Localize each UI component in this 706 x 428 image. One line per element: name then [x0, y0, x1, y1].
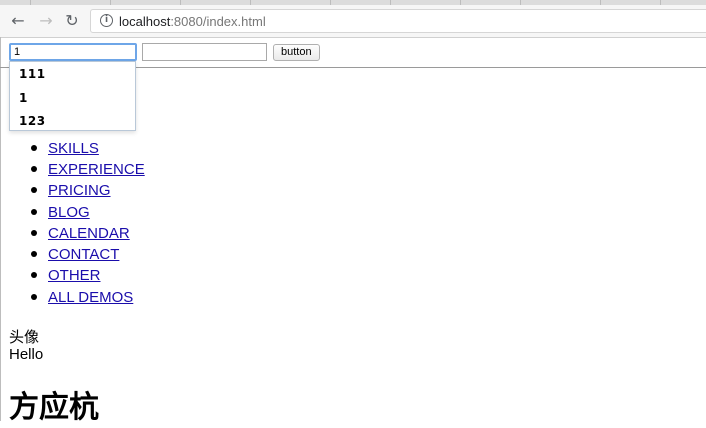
bullet-icon: [31, 209, 37, 215]
url-host: localhost: [119, 14, 171, 29]
bullet-icon: [31, 251, 37, 257]
bullet-icon: [31, 145, 37, 151]
bullet-icon: [31, 230, 37, 236]
reload-icon: ↻: [65, 11, 79, 30]
info-icon[interactable]: i: [100, 14, 113, 27]
nav-link-experience[interactable]: EXPERIENCE: [48, 159, 145, 180]
nav-link-pricing[interactable]: PRICING: [48, 180, 111, 201]
text-input-2[interactable]: [142, 43, 267, 61]
bullet-icon: [31, 272, 37, 278]
window-edge: [0, 37, 1, 421]
text-input-1[interactable]: [9, 43, 137, 61]
avatar-label: 头像: [9, 328, 40, 346]
arrow-left-icon: ←: [11, 11, 25, 30]
autocomplete-option[interactable]: 111: [19, 67, 46, 81]
nav-link-other[interactable]: OTHER: [48, 265, 101, 286]
bullet-icon: [31, 187, 37, 193]
url-text: localhost:8080/index.html: [119, 14, 266, 29]
bullet-icon: [31, 166, 37, 172]
submit-button[interactable]: button: [273, 44, 320, 61]
arrow-right-icon: →: [39, 11, 53, 30]
address-bar[interactable]: i localhost:8080/index.html: [90, 9, 706, 33]
nav-link-skills[interactable]: SKILLS: [48, 138, 99, 159]
nav-link-all-demos[interactable]: ALL DEMOS: [48, 287, 133, 308]
url-path: :8080/index.html: [170, 14, 266, 29]
bullet-icon: [31, 294, 37, 300]
forward-button[interactable]: →: [36, 11, 56, 31]
nav-link-calendar[interactable]: CALENDAR: [48, 223, 130, 244]
nav-link-blog[interactable]: BLOG: [48, 202, 90, 223]
back-button[interactable]: ←: [8, 11, 28, 31]
autocomplete-option[interactable]: 1: [19, 91, 28, 105]
autocomplete-dropdown: 111 1 123: [9, 61, 136, 131]
reload-button[interactable]: ↻: [62, 11, 82, 31]
nav-link-contact[interactable]: CONTACT: [48, 244, 119, 265]
hello-text: Hello: [9, 346, 44, 363]
page-heading: 方应杭: [9, 390, 99, 425]
autocomplete-option[interactable]: 123: [19, 114, 46, 128]
browser-toolbar: ← → ↻ i localhost:8080/index.html: [0, 5, 706, 38]
